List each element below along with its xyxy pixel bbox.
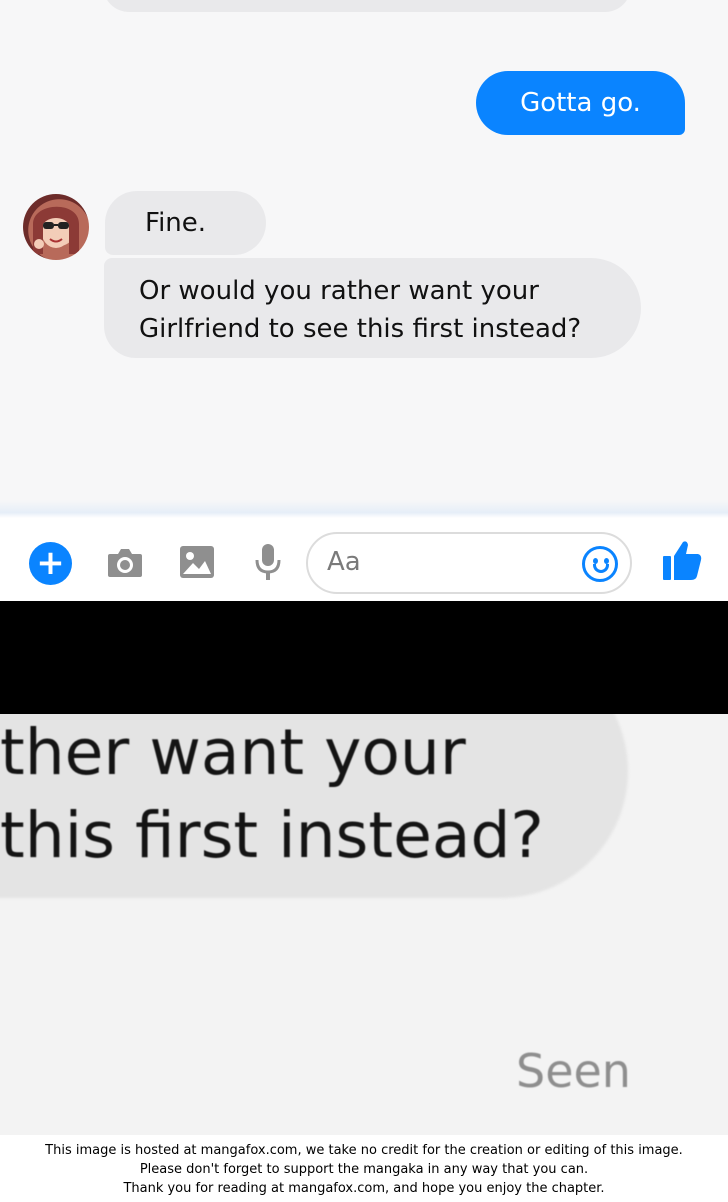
received-message-bubble[interactable]: Fine. (105, 191, 266, 255)
previous-message-bubble (103, 0, 631, 12)
image-icon[interactable] (175, 540, 219, 584)
hosting-footer: This image is hosted at mangafox.com, we… (0, 1135, 728, 1202)
message-line: Girlfriend to see this first instead? (139, 314, 582, 344)
microphone-icon[interactable] (246, 540, 290, 584)
message-line: Or would you rather want your (139, 276, 539, 306)
zoomed-line: ther want your (0, 716, 466, 789)
sent-message-bubble[interactable]: Gotta go. (476, 71, 685, 135)
composer-divider (0, 500, 728, 518)
zoomed-line: this first instead? (0, 799, 544, 872)
black-separator (0, 601, 728, 714)
plus-icon[interactable]: + (29, 542, 72, 585)
seen-status: Seen (516, 1044, 631, 1098)
zoomed-message-text: ther want your this first instead? (0, 714, 544, 877)
footer-line: Thank you for reading at mangafox.com, a… (123, 1181, 605, 1196)
footer-line: Please don't forget to support the manga… (139, 1162, 589, 1177)
thumbs-up-icon[interactable] (660, 538, 704, 582)
chat-thread: Gotta go. Fine. Or would you rather want… (0, 0, 728, 515)
footer-line: This image is hosted at mangafox.com, we… (45, 1143, 683, 1158)
camera-icon[interactable] (103, 540, 147, 584)
contact-avatar[interactable] (23, 194, 89, 260)
message-input-placeholder: Aa (327, 547, 361, 577)
smiley-icon[interactable] (582, 546, 618, 582)
received-message-bubble[interactable]: Or would you rather want your Girlfriend… (104, 258, 641, 358)
zoomed-message-panel: ther want your this first instead? Seen (0, 714, 728, 1135)
